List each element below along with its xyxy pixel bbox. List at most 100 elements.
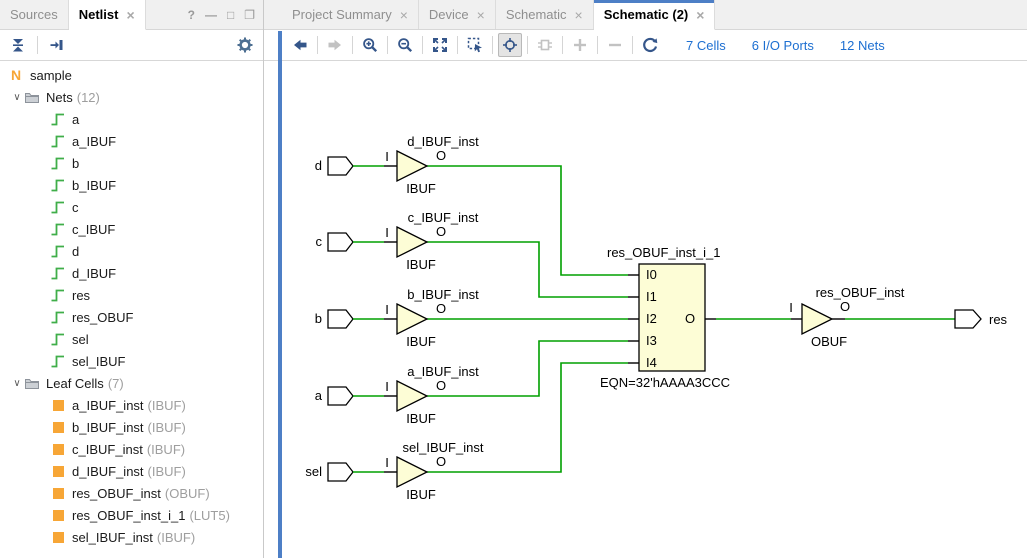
tree-item-d-ibuf-inst[interactable]: d_IBUF_inst(IBUF) — [0, 460, 263, 482]
port-symbol[interactable] — [328, 387, 353, 405]
folder-icon — [24, 375, 40, 391]
buffer-symbol[interactable] — [397, 381, 427, 411]
zoom-selection-icon[interactable] — [463, 33, 487, 57]
chevron-down-icon[interactable]: ∨ — [10, 92, 24, 103]
panel-window-controls: ? — □ ❐ — [188, 0, 263, 29]
back-icon[interactable] — [288, 33, 312, 57]
regenerate-icon[interactable] — [638, 33, 662, 57]
tree-item-label: b_IBUF — [72, 178, 116, 193]
expand-cell-icon[interactable] — [533, 33, 557, 57]
toolbar-separator — [527, 36, 528, 54]
autofit-selection-icon[interactable] — [498, 33, 522, 57]
tab-close-icon[interactable]: × — [696, 8, 704, 22]
settings-gear-icon[interactable] — [233, 33, 257, 57]
tree-item-a[interactable]: a — [0, 108, 263, 130]
tab-close-icon[interactable]: × — [126, 8, 134, 22]
scroll-to-selected-icon[interactable] — [45, 33, 69, 57]
tree-item-res[interactable]: res — [0, 284, 263, 306]
tab-schematic[interactable]: Schematic× — [496, 0, 594, 29]
tree-item-res-obuf[interactable]: res_OBUF — [0, 306, 263, 328]
net-icon — [50, 111, 66, 127]
pin-label-o: O — [436, 148, 446, 163]
tree-item-sel-ibuf[interactable]: sel_IBUF — [0, 350, 263, 372]
tab-schematic-2[interactable]: Schematic (2)× — [594, 0, 716, 30]
tree-item-label: res — [72, 288, 90, 303]
tree-item-a-ibuf[interactable]: a_IBUF — [0, 130, 263, 152]
stat-link-7-cells[interactable]: 7 Cells — [686, 38, 726, 53]
cell-icon — [50, 441, 66, 457]
port-symbol[interactable] — [328, 233, 353, 251]
buffer-symbol[interactable] — [397, 151, 427, 181]
tree-item-label: c_IBUF_inst — [72, 442, 143, 457]
cell-icon — [50, 485, 66, 501]
port-label-d: d — [315, 158, 322, 173]
tree-item-a-ibuf-inst[interactable]: a_IBUF_inst(IBUF) — [0, 394, 263, 416]
zoom-out-icon[interactable] — [393, 33, 417, 57]
buffer-symbol[interactable] — [397, 304, 427, 334]
help-icon[interactable]: ? — [188, 8, 195, 22]
schematic-stats: 7 Cells 6 I/O Ports 12 Nets — [686, 38, 885, 53]
net-wire-sel[interactable] — [427, 363, 628, 472]
celltype-label: OBUF — [811, 334, 847, 349]
buffer-symbol[interactable] — [397, 457, 427, 487]
tree-item-sel[interactable]: sel — [0, 328, 263, 350]
tree-item-b-ibuf-inst[interactable]: b_IBUF_inst(IBUF) — [0, 416, 263, 438]
toolbar-separator — [387, 36, 388, 54]
celltype-label: IBUF — [406, 334, 436, 349]
pin-label-i: I — [385, 455, 389, 470]
tree-item-leaf-cells[interactable]: ∨Leaf Cells(7) — [0, 372, 263, 394]
tree-item-res-obuf-inst[interactable]: res_OBUF_inst(OBUF) — [0, 482, 263, 504]
netlist-tree: Nsample∨Nets(12)aa_IBUFbb_IBUFcc_IBUFdd_… — [0, 61, 263, 558]
tree-item-c-ibuf[interactable]: c_IBUF — [0, 218, 263, 240]
forward-icon[interactable] — [323, 33, 347, 57]
net-icon — [50, 287, 66, 303]
chevron-down-icon[interactable]: ∨ — [10, 378, 24, 389]
port-label-sel: sel — [305, 464, 322, 479]
tree-item-d[interactable]: d — [0, 240, 263, 262]
schematic-drawing: dIOd_IBUF_instIBUFcIOc_IBUF_instIBUFbIOb… — [282, 61, 1027, 557]
tab-netlist[interactable]: Netlist × — [69, 0, 146, 30]
tree-item-sel-ibuf-inst[interactable]: sel_IBUF_inst(IBUF) — [0, 526, 263, 548]
vivado-window: SourcesNetlist×?—□❐ Nsample∨Nets(12)aa_I… — [0, 0, 1027, 558]
port-symbol[interactable] — [328, 310, 353, 328]
tab-label: Device — [429, 7, 469, 22]
tree-item-nets[interactable]: ∨Nets(12) — [0, 86, 263, 108]
tree-item-b-ibuf[interactable]: b_IBUF — [0, 174, 263, 196]
net-icon — [50, 133, 66, 149]
collapse-all-icon[interactable] — [6, 33, 30, 57]
zoom-in-icon[interactable] — [358, 33, 382, 57]
port-symbol[interactable] — [328, 157, 353, 175]
float-icon[interactable]: ❐ — [244, 8, 255, 22]
expand-plus-icon[interactable] — [568, 33, 592, 57]
zoom-fit-icon[interactable] — [428, 33, 452, 57]
tab-device[interactable]: Device × — [419, 0, 496, 29]
tab-project-summary[interactable]: Project Summary× — [282, 0, 419, 29]
netlist-toolbar — [0, 30, 263, 61]
tree-item-c[interactable]: c — [0, 196, 263, 218]
tree-item-b[interactable]: b — [0, 152, 263, 174]
toolbar-separator — [317, 36, 318, 54]
net-icon — [50, 155, 66, 171]
buffer-symbol[interactable] — [802, 304, 832, 334]
buffer-symbol[interactable] — [397, 227, 427, 257]
maximize-icon[interactable]: □ — [227, 8, 234, 22]
tab-close-icon[interactable]: × — [477, 8, 485, 22]
tab-close-icon[interactable]: × — [400, 8, 408, 22]
stat-link-12-nets[interactable]: 12 Nets — [840, 38, 885, 53]
tab-sources[interactable]: Sources — [0, 0, 69, 29]
schematic-canvas[interactable]: dIOd_IBUF_instIBUFcIOc_IBUF_instIBUFbIOb… — [282, 61, 1027, 558]
collapse-minus-icon[interactable] — [603, 33, 627, 57]
tree-item-c-ibuf-inst[interactable]: c_IBUF_inst(IBUF) — [0, 438, 263, 460]
port-symbol[interactable] — [328, 463, 353, 481]
tree-item-sample[interactable]: Nsample — [0, 64, 263, 86]
port-symbol[interactable] — [955, 310, 981, 328]
instance-label: res_OBUF_inst — [816, 285, 905, 300]
minimize-icon[interactable]: — — [205, 8, 217, 22]
tree-item-d-ibuf[interactable]: d_IBUF — [0, 262, 263, 284]
tab-close-icon[interactable]: × — [575, 8, 583, 22]
tree-item-meta: (IBUF) — [148, 420, 186, 435]
tree-item-label: sample — [30, 68, 72, 83]
tree-item-res-obuf-inst-i-1[interactable]: res_OBUF_inst_i_1(LUT5) — [0, 504, 263, 526]
stat-link-6-i-o-ports[interactable]: 6 I/O Ports — [752, 38, 814, 53]
tab-label: Netlist — [79, 7, 119, 22]
